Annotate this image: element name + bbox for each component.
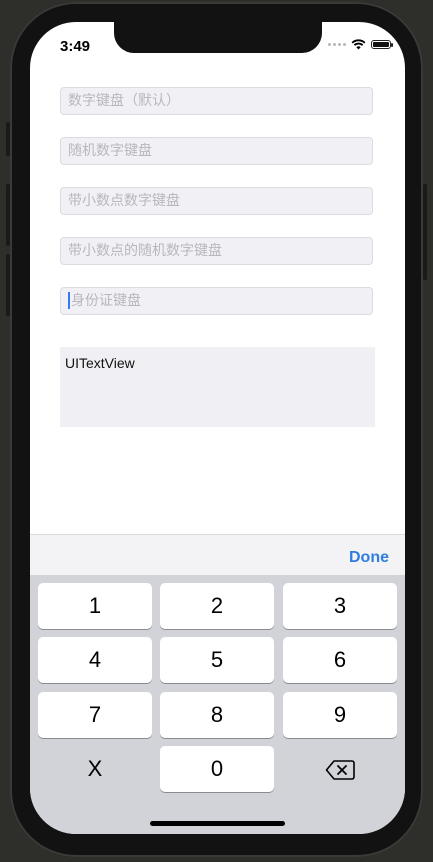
status-time: 3:49 (60, 38, 91, 55)
key-1[interactable]: 1 (38, 583, 152, 629)
delete-key[interactable] (283, 746, 397, 792)
key-x[interactable]: X (38, 746, 152, 792)
home-indicator[interactable] (150, 821, 285, 826)
key-8[interactable]: 8 (160, 692, 274, 738)
key-2[interactable]: 2 (160, 583, 274, 629)
text-view[interactable]: UITextView (60, 347, 375, 427)
random-number-keyboard-field[interactable]: 随机数字键盘 (60, 137, 373, 165)
number-keyboard-field[interactable]: 数字键盘（默认） (60, 87, 373, 115)
key-5[interactable]: 5 (160, 637, 274, 683)
text-caret (68, 291, 70, 309)
key-6[interactable]: 6 (283, 637, 397, 683)
notch (114, 22, 322, 53)
key-3[interactable]: 3 (283, 583, 397, 629)
backspace-icon (325, 760, 355, 780)
key-4[interactable]: 4 (38, 637, 152, 683)
volume-up-button (6, 184, 10, 246)
battery-icon (371, 40, 393, 49)
status-icons (328, 39, 393, 50)
signal-icon (328, 43, 346, 46)
mute-switch (6, 122, 10, 156)
id-card-placeholder: 身份证键盘 (71, 293, 141, 309)
key-0[interactable]: 0 (160, 746, 274, 792)
wifi-icon (351, 39, 366, 50)
random-decimal-keyboard-field[interactable]: 带小数点的随机数字键盘 (60, 237, 373, 265)
key-7[interactable]: 7 (38, 692, 152, 738)
volume-down-button (6, 254, 10, 316)
keyboard-accessory-bar: Done (30, 534, 405, 575)
power-button (423, 184, 427, 280)
decimal-keyboard-field[interactable]: 带小数点数字键盘 (60, 187, 373, 215)
id-card-keyboard-field[interactable]: 身份证键盘 (60, 287, 373, 315)
done-button[interactable]: Done (349, 549, 389, 567)
numeric-keyboard: 1 2 3 4 5 6 7 8 9 X 0 (30, 575, 405, 834)
screen: 3:49 数字键盘（默认） 随机数字键盘 带小数点数字键盘 带小数点的随机数字键… (30, 22, 405, 834)
key-9[interactable]: 9 (283, 692, 397, 738)
